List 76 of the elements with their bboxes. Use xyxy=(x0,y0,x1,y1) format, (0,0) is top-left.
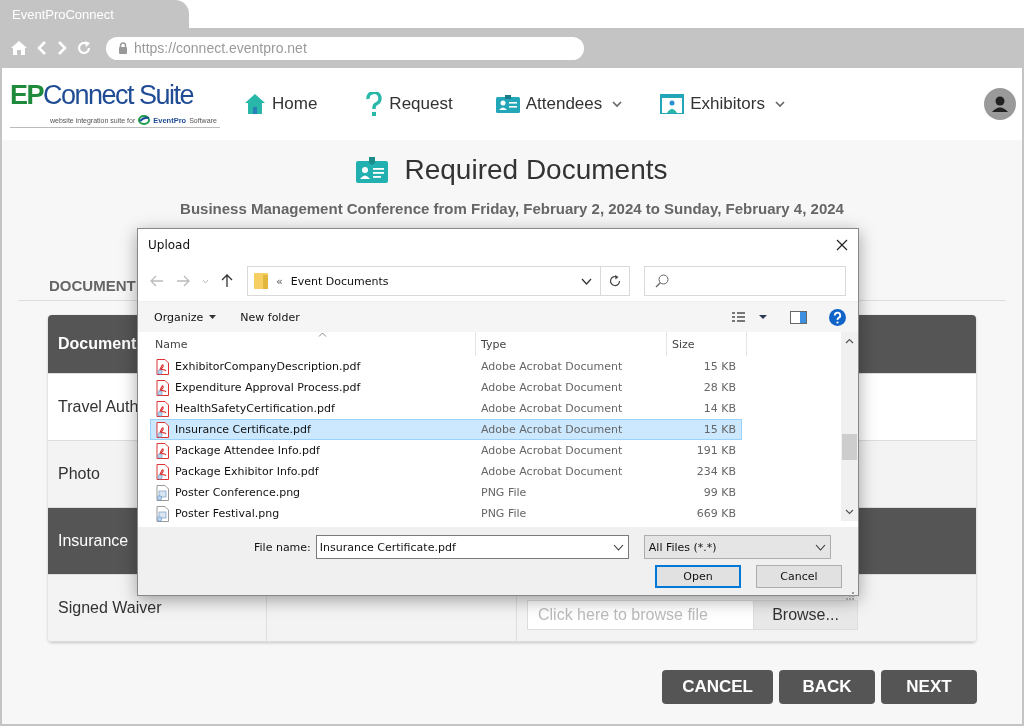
lock-icon xyxy=(118,42,128,54)
file-type: PNG File xyxy=(480,486,528,499)
path-bar[interactable]: « Event Documents xyxy=(247,266,601,296)
pdf-file-icon xyxy=(156,442,169,459)
refresh-icon[interactable] xyxy=(600,266,630,296)
folder-icon xyxy=(254,273,268,289)
preview-pane-icon[interactable] xyxy=(790,310,807,324)
file-size: 234 KB xyxy=(695,465,736,478)
file-type: Adobe Acrobat Document xyxy=(480,381,624,394)
page-title: Required Documents xyxy=(404,154,668,186)
action-button[interactable]: NEXT xyxy=(881,670,977,704)
column-header[interactable]: Size xyxy=(667,332,747,356)
id-badge-icon xyxy=(495,95,520,113)
logo-name: Connect Suite xyxy=(43,80,194,111)
pdf-file-icon xyxy=(156,358,169,375)
chevron-down-icon xyxy=(612,543,624,551)
file-size: 15 KB xyxy=(702,360,736,373)
scroll-thumb[interactable] xyxy=(842,434,857,460)
caret-down-icon xyxy=(209,315,217,319)
chevron-down-icon xyxy=(814,543,826,551)
search-field[interactable] xyxy=(644,266,846,296)
help-icon[interactable] xyxy=(829,308,846,326)
file-size: 15 KB xyxy=(702,423,736,436)
chevron-down-icon[interactable] xyxy=(581,277,592,285)
section-heading: DOCUMENT xyxy=(49,277,136,294)
view-options-icon[interactable] xyxy=(732,311,768,323)
sort-caret-icon xyxy=(318,332,327,337)
folder-path: Event Documents xyxy=(290,274,390,288)
file-type-dropdown[interactable]: All Files (*.*) xyxy=(643,535,831,559)
nav-link[interactable]: Request xyxy=(365,92,453,116)
nav-link[interactable]: Attendees xyxy=(495,94,623,114)
pdf-file-icon xyxy=(156,400,169,417)
file-size: 14 KB xyxy=(702,402,736,415)
file-type: Adobe Acrobat Document xyxy=(480,423,624,436)
file-size: 28 KB xyxy=(702,381,736,394)
nav-link[interactable]: Home xyxy=(244,93,318,115)
file-type: PNG File xyxy=(480,507,528,520)
resize-grip-icon xyxy=(846,592,854,600)
scroll-up-icon[interactable] xyxy=(845,338,854,344)
url-text: https://connect.eventpro.net xyxy=(134,40,307,56)
cancel-button[interactable]: Cancel xyxy=(756,565,842,588)
search-icon xyxy=(655,274,669,288)
file-type: Adobe Acrobat Document xyxy=(480,402,624,415)
dialog-title: Upload xyxy=(148,238,191,252)
open-button[interactable]: Open xyxy=(655,565,741,588)
question-icon xyxy=(365,92,384,116)
file-row[interactable]: Insurance Certificate.pdf Adobe Acrobat Document 15 KB xyxy=(150,419,742,440)
booth-icon xyxy=(660,94,685,114)
column-header[interactable]: Type xyxy=(476,332,667,356)
pdf-file-icon xyxy=(156,463,169,480)
action-button[interactable]: CANCEL xyxy=(662,670,773,704)
up-arrow-icon[interactable] xyxy=(221,274,233,288)
event-subtitle: Business Management Conference from Friday, February 2, 2024 to Sunday, February 4, 2024 xyxy=(180,200,844,217)
file-type: Adobe Acrobat Document xyxy=(480,444,624,457)
close-icon[interactable] xyxy=(836,239,848,251)
scroll-down-icon[interactable] xyxy=(845,509,854,515)
file-size: 99 KB xyxy=(702,486,736,499)
logo-mark: EP xyxy=(10,80,44,111)
id-card-icon xyxy=(356,157,389,183)
pdf-file-icon xyxy=(156,379,169,396)
avatar-icon[interactable] xyxy=(984,88,1016,120)
file-size: 669 KB xyxy=(695,507,736,520)
home-icon xyxy=(244,93,266,115)
scrollbar[interactable] xyxy=(841,332,858,521)
file-type: Adobe Acrobat Document xyxy=(480,465,624,478)
file-size: 191 KB xyxy=(695,444,736,457)
image-file-icon xyxy=(156,505,169,522)
swoosh-icon xyxy=(138,115,151,125)
file-name-field[interactable]: Insurance Certificate.pdf xyxy=(315,535,629,559)
pdf-file-icon xyxy=(156,421,169,438)
image-file-icon xyxy=(156,484,169,501)
file-type: Adobe Acrobat Document xyxy=(480,360,624,373)
action-button[interactable]: BACK xyxy=(779,670,875,704)
nav-link[interactable]: Exhibitors xyxy=(660,94,785,114)
breadcrumb-separator: « xyxy=(276,274,283,288)
column-header[interactable]: Name xyxy=(150,332,476,356)
